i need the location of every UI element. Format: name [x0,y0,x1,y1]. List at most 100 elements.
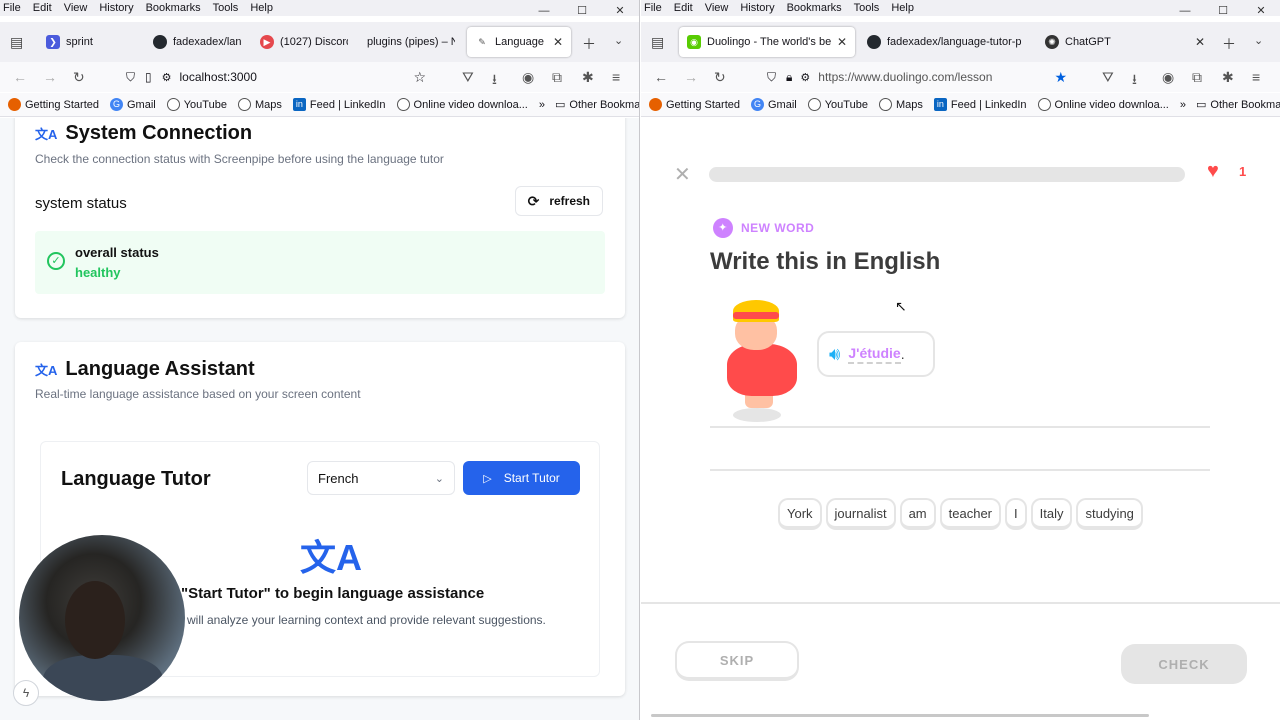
minimize-icon[interactable]: — [1166,0,1204,22]
word-chip[interactable]: Italy [1030,498,1073,530]
skip-button[interactable]: SKIP [675,641,799,681]
close-tab-icon[interactable]: ✕ [1195,35,1205,49]
url-text[interactable]: localhost:3000 [180,70,257,84]
menu-history[interactable]: History [99,2,133,14]
reload-icon[interactable]: ↻ [714,69,726,86]
reload-icon[interactable]: ↻ [73,69,85,86]
bookmark-getting-started[interactable]: Getting Started [8,98,99,111]
bookmark-video-downloader[interactable]: Online video downloa... [396,98,528,111]
menu-file[interactable]: File [3,2,21,14]
minimize-icon[interactable]: — [525,0,563,22]
bookmark-youtube[interactable]: YouTube [807,98,868,111]
menu-edit[interactable]: Edit [674,2,693,14]
back-icon[interactable]: ← [654,69,668,85]
menu-tools[interactable]: Tools [213,2,239,14]
bookmark-other[interactable]: ▭Other Bookmarks [1196,98,1280,112]
permissions-icon[interactable]: ⚙ [162,71,172,84]
tab-plugins[interactable]: plugins (pipes) – Ne [359,27,463,57]
bookmark-linkedin[interactable]: in Feed | LinkedIn [933,98,1027,111]
forward-icon[interactable]: → [684,69,698,85]
refresh-button[interactable]: ⟳ refresh [514,186,603,216]
tab-discord[interactable]: ▶ (1027) Discord | [252,27,356,57]
word-chip[interactable]: am [899,498,936,530]
tab-list-icon[interactable]: ⌄ [614,34,623,47]
word-chip[interactable]: journalist [825,498,896,530]
close-window-icon[interactable]: ✕ [601,0,639,22]
maximize-icon[interactable]: ☐ [1204,0,1242,22]
hamburger-menu-icon[interactable]: ≡ [1252,69,1260,85]
tab-language-tutor[interactable]: ✎ Language Tu ✕ [467,27,571,57]
close-lesson-icon[interactable]: ✕ [674,162,691,187]
new-tab-icon[interactable]: ＋ [582,34,596,54]
language-select[interactable]: French ⌄ [307,461,455,495]
menu-help[interactable]: Help [250,2,273,14]
bookmarks-overflow-icon[interactable]: » [1180,99,1186,111]
bookmark-other[interactable]: ▭Other Bookmarks [555,98,639,112]
close-tab-icon[interactable]: ✕ [553,35,563,49]
word-chip[interactable]: studying [1076,498,1143,530]
menu-tools[interactable]: Tools [854,2,880,14]
lock-icon[interactable]: 🔒︎ [786,70,792,85]
downloads-icon[interactable]: ⭳ [492,69,497,93]
menu-view[interactable]: View [64,2,88,14]
bookmark-linkedin[interactable]: in Feed | LinkedIn [292,98,386,111]
bookmark-gmail[interactable]: G Gmail [751,98,797,111]
bug-icon[interactable]: ✱ [1222,69,1234,86]
bookmarks-overflow-icon[interactable]: » [539,99,545,111]
answer-line[interactable] [710,426,1210,428]
bolt-icon[interactable]: ϟ [13,680,39,706]
tab-list-icon[interactable]: ⌄ [1254,34,1263,47]
close-window-icon[interactable]: ✕ [1242,0,1280,22]
bookmark-maps[interactable]: Maps [878,98,923,111]
hamburger-menu-icon[interactable]: ≡ [612,69,620,85]
url-text[interactable]: https://www.duolingo.com/lesson [818,70,992,84]
menu-bookmarks[interactable]: Bookmarks [146,2,201,14]
back-icon[interactable]: ← [13,69,27,85]
bookmark-video-downloader[interactable]: Online video downloa... [1037,98,1169,111]
maximize-icon[interactable]: ☐ [563,0,601,22]
shield-icon[interactable]: ⛉ [126,70,135,85]
menu-file[interactable]: File [644,2,662,14]
speaker-icon[interactable]: 🔊︎ [829,344,840,365]
bookmark-getting-started[interactable]: Getting Started [649,98,740,111]
bug-icon[interactable]: ✱ [582,69,594,86]
menu-edit[interactable]: Edit [33,2,52,14]
bookmark-star-filled-icon[interactable]: ★ [1054,69,1067,86]
horizontal-scrollbar[interactable] [651,714,1149,717]
url-bar[interactable]: ⛉ ▯ ⚙ localhost:3000 ☆ [126,64,426,90]
tab-sprint[interactable]: ❯ sprint [38,27,142,57]
word-chip[interactable]: I [1005,498,1027,530]
bookmark-gmail[interactable]: G Gmail [110,98,156,111]
permissions-icon[interactable]: ⚙ [800,71,810,84]
menu-help[interactable]: Help [891,2,914,14]
check-button[interactable]: CHECK [1121,644,1247,684]
close-tab-icon[interactable]: ✕ [837,35,847,49]
forward-icon[interactable]: → [43,69,57,85]
menu-history[interactable]: History [740,2,774,14]
bookmark-youtube[interactable]: YouTube [166,98,227,111]
bookmark-star-icon[interactable]: ☆ [413,69,426,86]
extensions-icon[interactable]: ⧉ [552,69,562,86]
account-icon[interactable]: ◉ [1162,69,1174,86]
speech-bubble[interactable]: 🔊︎ J'étudie . [817,331,935,377]
tab-github-language-tutor[interactable]: fadexadex/language-tutor-p [859,27,1029,57]
downloads-icon[interactable]: ⭳ [1132,69,1137,93]
extensions-icon[interactable]: ⧉ [1192,69,1202,86]
pocket-icon[interactable]: ⛛ [462,69,474,86]
tab-overview-icon[interactable]: ▤ [10,34,23,51]
new-tab-icon[interactable]: ＋ [1222,34,1236,54]
tab-duolingo[interactable]: ◉ Duolingo - The world's best w ✕ [679,27,855,57]
start-tutor-button[interactable]: ▷ Start Tutor [463,461,580,495]
pocket-icon[interactable]: ⛛ [1102,69,1114,86]
shield-icon[interactable]: ⛉ [767,70,776,85]
menu-view[interactable]: View [705,2,729,14]
tab-overview-icon[interactable]: ▤ [651,34,664,51]
menu-bookmarks[interactable]: Bookmarks [787,2,842,14]
foreign-word[interactable]: J'étudie [848,345,901,364]
answer-line[interactable] [710,469,1210,471]
tab-chatgpt[interactable]: ✺ ChatGPT ✕ [1037,27,1213,57]
bookmark-maps[interactable]: Maps [237,98,282,111]
word-chip[interactable]: teacher [939,498,1002,530]
word-chip[interactable]: York [778,498,822,530]
tab-github-lang[interactable]: fadexadex/lang [145,27,249,57]
